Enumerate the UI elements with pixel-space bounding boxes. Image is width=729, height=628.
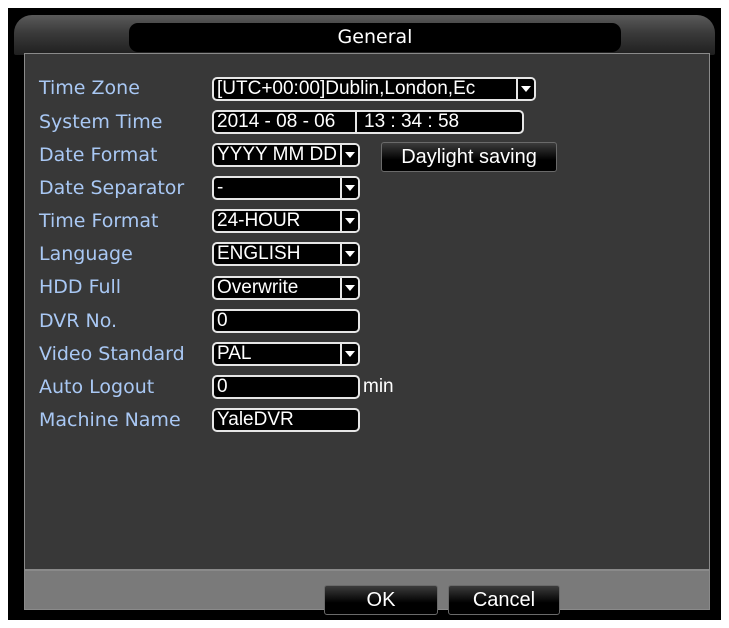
video-standard-label: Video Standard [39, 343, 185, 365]
date-separator-value: - [217, 177, 224, 198]
dvr-no-value: 0 [217, 310, 228, 331]
daylight-saving-button[interactable]: Daylight saving [381, 142, 557, 172]
time-format-select[interactable]: 24-HOUR [212, 209, 360, 233]
auto-logout-label: Auto Logout [39, 376, 155, 398]
chevron-down-icon[interactable] [340, 278, 358, 298]
ok-button[interactable]: OK [324, 585, 438, 615]
date-time-divider [355, 112, 357, 132]
title-bar: General [14, 15, 715, 55]
dvr-no-label: DVR No. [39, 310, 118, 332]
dialog-title: General [129, 23, 621, 52]
system-time-field[interactable]: 2014 - 08 - 06 13 : 34 : 58 [212, 110, 524, 134]
date-separator-select[interactable]: - [212, 176, 360, 200]
system-time-label: System Time [39, 111, 163, 133]
auto-logout-input[interactable]: 0 [212, 375, 360, 399]
hdd-full-label: HDD Full [39, 276, 122, 298]
language-value: ENGLISH [217, 243, 301, 264]
auto-logout-unit: min [363, 376, 394, 397]
machine-name-value: YaleDVR [217, 409, 294, 430]
chevron-down-icon[interactable] [340, 145, 358, 165]
date-format-label: Date Format [39, 144, 158, 166]
video-standard-select[interactable]: PAL [212, 342, 360, 366]
chevron-down-icon[interactable] [340, 244, 358, 264]
language-select[interactable]: ENGLISH [212, 242, 360, 266]
date-format-value: YYYY MM DD [217, 144, 338, 165]
time-format-value: 24-HOUR [217, 210, 301, 231]
date-format-select[interactable]: YYYY MM DD [212, 143, 360, 167]
machine-name-label: Machine Name [39, 409, 181, 431]
system-date-value: 2014 - 08 - 06 [217, 111, 336, 132]
video-standard-value: PAL [217, 343, 252, 364]
time-zone-label: Time Zone [39, 77, 140, 99]
time-format-label: Time Format [39, 210, 159, 232]
time-zone-value: [UTC+00:00]Dublin,London,Ec [217, 78, 476, 99]
chevron-down-icon[interactable] [516, 79, 534, 99]
auto-logout-value: 0 [217, 376, 228, 397]
hdd-full-value: Overwrite [217, 277, 299, 298]
dvr-no-input[interactable]: 0 [212, 309, 360, 333]
chevron-down-icon[interactable] [340, 178, 358, 198]
chevron-down-icon[interactable] [340, 344, 358, 364]
date-separator-label: Date Separator [39, 177, 185, 199]
chevron-down-icon[interactable] [340, 211, 358, 231]
language-label: Language [39, 243, 133, 265]
cancel-button[interactable]: Cancel [448, 585, 560, 615]
hdd-full-select[interactable]: Overwrite [212, 276, 360, 300]
time-zone-select[interactable]: [UTC+00:00]Dublin,London,Ec [212, 77, 536, 101]
machine-name-input[interactable]: YaleDVR [212, 408, 360, 432]
system-time-value: 13 : 34 : 58 [364, 111, 460, 132]
